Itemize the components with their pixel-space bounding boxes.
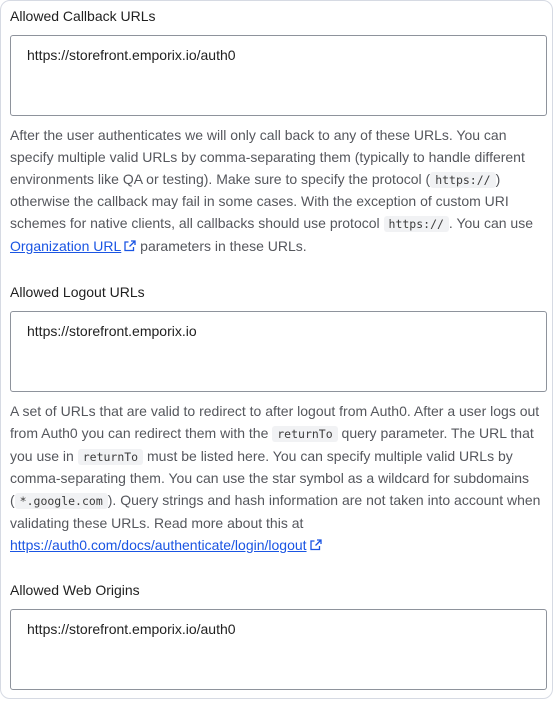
application-uris-panel: Allowed Callback URLs https://storefront… <box>0 0 553 699</box>
organization-url-link-text: Organization URL <box>10 237 122 254</box>
logout-urls-label: Allowed Logout URLs <box>10 284 145 300</box>
external-link-icon <box>124 240 136 252</box>
returnto-code-2: returnTo <box>77 448 144 465</box>
organization-url-link[interactable]: Organization URL <box>10 238 136 254</box>
callback-help-text-4: parameters in these URLs. <box>140 237 307 254</box>
protocol-code-2: https:// <box>383 216 449 233</box>
logout-docs-link-text: https://auth0.com/docs/authenticate/logi… <box>10 536 307 553</box>
callback-help-text-3: . You can use <box>448 215 533 232</box>
wildcard-code: *.google.com <box>14 493 108 510</box>
returnto-code: returnTo <box>272 425 338 442</box>
protocol-code: https:// <box>430 171 496 188</box>
logout-urls-field[interactable]: https://storefront.emporix.io <box>10 311 547 392</box>
logout-docs-link[interactable]: https://auth0.com/docs/authenticate/logi… <box>10 537 322 553</box>
callback-urls-field[interactable]: https://storefront.emporix.io/auth0 <box>10 35 547 116</box>
callback-urls-label: Allowed Callback URLs <box>10 8 156 24</box>
callback-urls-help: After the user authenticates we will onl… <box>10 125 550 258</box>
web-origins-field[interactable]: https://storefront.emporix.io/auth0 <box>10 609 547 690</box>
web-origins-label: Allowed Web Origins <box>10 582 140 598</box>
logout-urls-help: A set of URLs that are valid to redirect… <box>10 401 550 557</box>
external-link-icon <box>309 539 322 550</box>
